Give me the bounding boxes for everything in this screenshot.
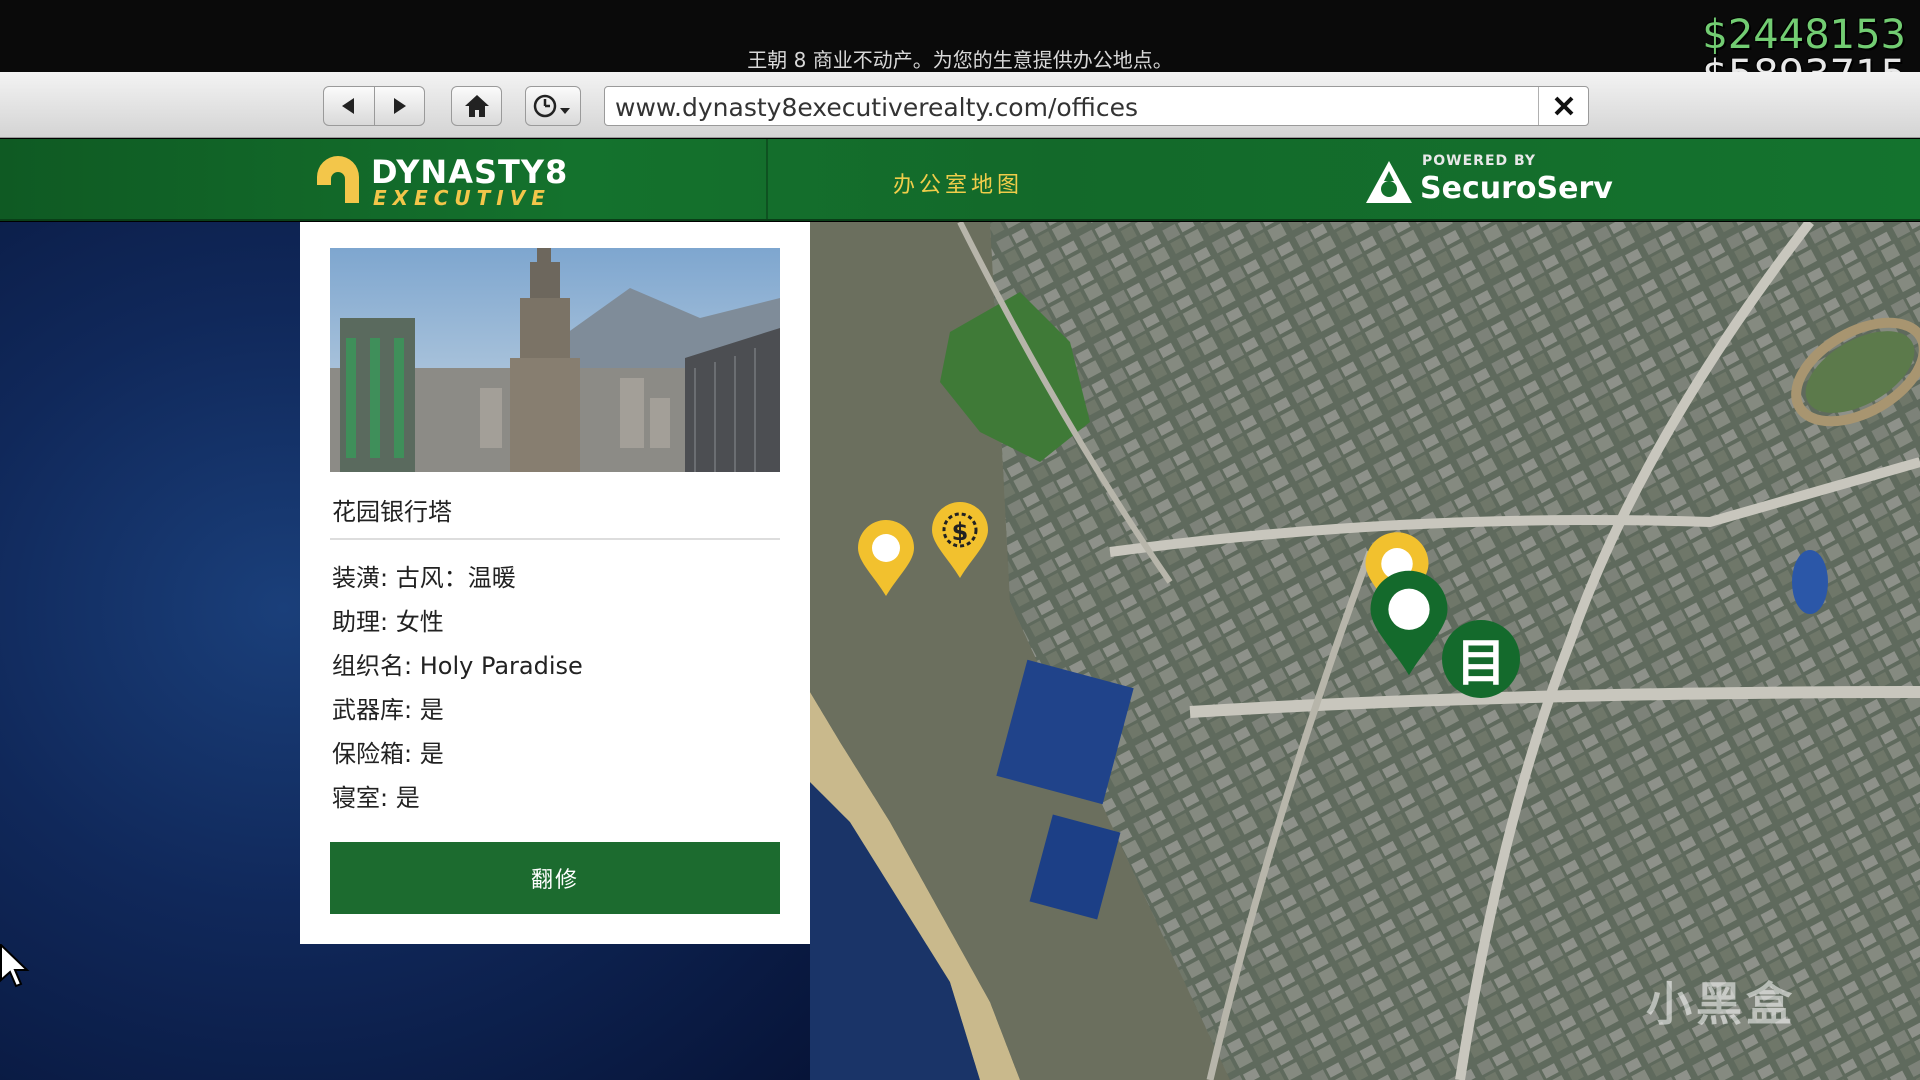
dollar-glyph: $ [952, 518, 969, 546]
powered-by-text: POWERED BY [1422, 153, 1537, 169]
detail-gunlocker: 武器库: 是 [332, 690, 444, 725]
close-icon [1554, 96, 1573, 116]
dollar-marker[interactable]: $ [930, 500, 990, 580]
detail-label: 组织名: [332, 652, 420, 680]
browser-toolbar: www.dynasty8executiverealty.com/offices [0, 72, 1920, 138]
header-divider [766, 139, 768, 219]
securoserv-emblem-icon [1366, 161, 1412, 203]
office-map[interactable]: $ 目 [810, 222, 1920, 1080]
dynasty8-logo[interactable]: DYNASTY8 EXECUTIVE [313, 151, 567, 211]
detail-decor: 装潢: 古风：温暖 [332, 558, 516, 593]
url-text: www.dynasty8executiverealty.com/offices [615, 93, 1138, 122]
detail-label: 寝室: [332, 784, 396, 812]
detail-value: Holy Paradise [419, 652, 583, 680]
renovate-button[interactable]: 翻修 [330, 842, 780, 914]
logo-sub-text: EXECUTIVE [373, 186, 551, 210]
nav-button-group [323, 86, 425, 126]
detail-value: 是 [419, 740, 444, 768]
securoserv-logo: POWERED BY SecuroServ [1364, 153, 1613, 213]
securoserv-name: SecuroServ [1420, 171, 1613, 206]
detail-value: 是 [395, 784, 420, 812]
detail-label: 武器库: [332, 696, 420, 724]
home-icon [464, 95, 489, 117]
detail-value: 女性 [395, 608, 444, 636]
forward-arrow-icon [394, 98, 407, 114]
back-button[interactable] [324, 87, 374, 125]
property-info-panel: 花园银行塔 装潢: 古风：温暖 助理: 女性 组织名: Holy Paradis… [300, 222, 810, 944]
detail-assistant: 助理: 女性 [332, 602, 444, 637]
office-marker-yellow[interactable] [856, 518, 916, 598]
address-bar[interactable]: www.dynasty8executiverealty.com/offices [604, 86, 1589, 126]
watermark-logo: 小黑盒 [1646, 977, 1796, 1031]
property-photo [330, 248, 780, 472]
forward-button[interactable] [373, 87, 425, 125]
tower-skyline-image [330, 248, 780, 472]
selected-office-marker[interactable] [1364, 568, 1454, 678]
history-button[interactable] [525, 86, 581, 126]
detail-label: 助理: [332, 608, 396, 636]
detail-bedroom: 寝室: 是 [332, 778, 420, 813]
detail-org-name: 组织名: Holy Paradise [332, 646, 583, 681]
detail-label: 保险箱: [332, 740, 420, 768]
tab-office-map[interactable]: 办公室地图 [893, 167, 1023, 199]
detail-safe: 保险箱: 是 [332, 734, 444, 769]
site-tagline: 王朝 8 商业不动产。为您的生意提供办公地点。 [747, 48, 1173, 72]
site-header: DYNASTY8 EXECUTIVE 办公室地图 POWERED BY Secu… [0, 139, 1920, 221]
mouse-cursor-icon [0, 944, 30, 988]
home-button[interactable] [451, 86, 502, 126]
history-clock-icon [533, 94, 570, 118]
detail-value: 古风：温暖 [395, 564, 516, 592]
dynasty8-emblem-icon [317, 156, 359, 203]
hud-top-bar: 王朝 8 商业不动产。为您的生意提供办公地点。 [0, 0, 1920, 72]
clear-url-button[interactable] [1538, 87, 1588, 125]
property-title: 花园银行塔 [332, 498, 452, 526]
owned-office-icon[interactable]: 目 [1442, 620, 1520, 698]
back-arrow-icon [341, 98, 354, 114]
detail-label: 装潢: [332, 564, 396, 592]
detail-value: 是 [419, 696, 444, 724]
title-divider [330, 538, 780, 540]
